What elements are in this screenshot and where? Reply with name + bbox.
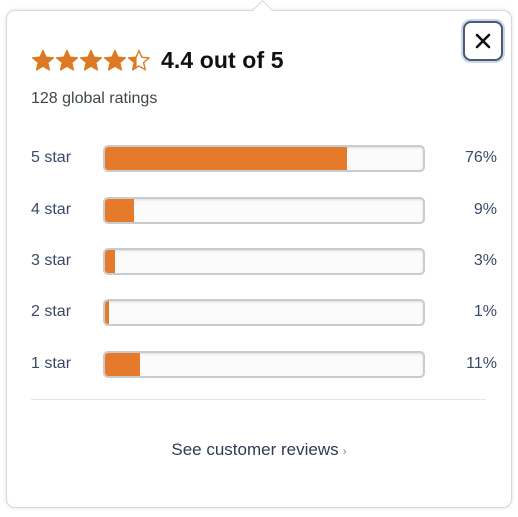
see-customer-reviews-link[interactable]: See customer reviews › <box>0 440 518 460</box>
histogram-row-label: 2 star <box>31 303 72 320</box>
star-full-icon <box>80 49 102 70</box>
histogram-row[interactable]: 3 star 3% <box>31 246 501 276</box>
histogram-row-percent: 3% <box>473 252 497 269</box>
star-full-icon <box>104 49 126 70</box>
histogram-bar-track <box>103 298 425 326</box>
see-reviews-label: See customer reviews <box>171 440 339 459</box>
histogram-row-percent: 76% <box>464 149 497 166</box>
histogram-row-percent: 11% <box>466 355 497 372</box>
histogram-bar-track <box>103 247 425 275</box>
histogram-row-label: 3 star <box>31 252 72 269</box>
star-partial-icon <box>128 49 150 70</box>
histogram-row-label: 1 star <box>31 355 72 372</box>
star-full-icon <box>56 49 78 70</box>
chevron-right-icon: › <box>342 444 347 458</box>
histogram-row[interactable]: 1 star 11% <box>31 349 501 379</box>
star-rating <box>31 49 151 72</box>
rating-summary: 4.4 out of 5 <box>31 44 284 76</box>
close-icon <box>475 33 491 49</box>
histogram-row-percent: 1% <box>473 303 497 320</box>
histogram-bar-fill <box>105 352 140 376</box>
total-ratings: 128 global ratings <box>31 90 158 107</box>
average-rating-text: 4.4 out of 5 <box>161 46 284 73</box>
histogram-row-label: 4 star <box>31 201 72 218</box>
histogram-bar-fill <box>105 198 134 222</box>
histogram-row-percent: 9% <box>473 201 497 218</box>
histogram-bar-track <box>103 144 425 172</box>
histogram-bar-fill <box>105 249 115 273</box>
histogram-row[interactable]: 2 star 1% <box>31 297 501 327</box>
histogram-row[interactable]: 5 star 76% <box>31 143 501 173</box>
star-full-icon <box>32 49 54 70</box>
divider <box>31 399 486 400</box>
histogram-bar-fill <box>105 146 347 170</box>
histogram-bar-track <box>103 350 425 378</box>
histogram-bar-track <box>103 196 425 224</box>
histogram-bar-fill <box>105 300 109 324</box>
close-button[interactable] <box>463 21 503 61</box>
histogram-row-label: 5 star <box>31 149 72 166</box>
histogram-row[interactable]: 4 star 9% <box>31 195 501 225</box>
